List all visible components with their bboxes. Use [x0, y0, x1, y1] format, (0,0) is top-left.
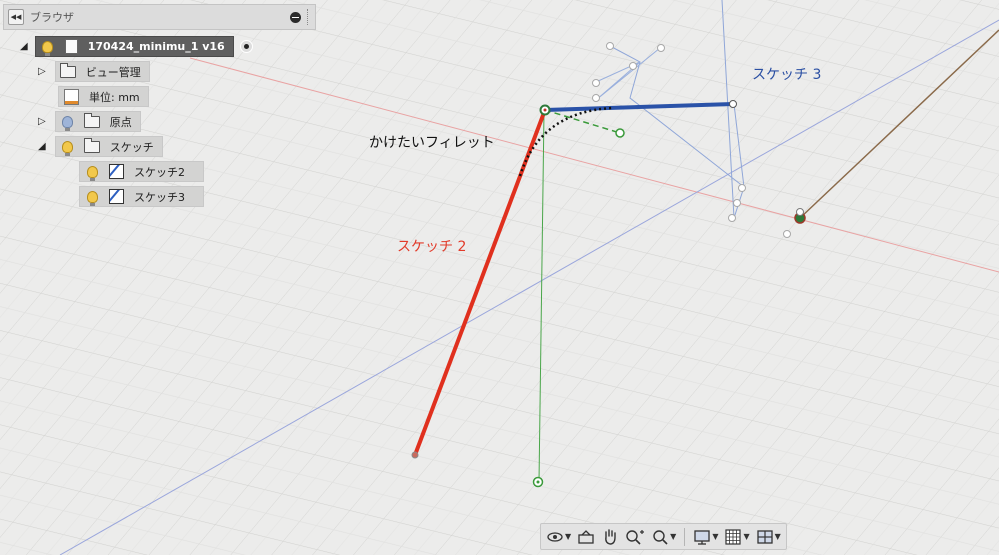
sketch3-annotation: スケッチ 3 — [752, 67, 822, 83]
tree-row-units: 単位: mm — [58, 86, 149, 107]
look-at-icon[interactable] — [575, 527, 597, 547]
sketch-icon — [108, 164, 124, 180]
tree-row-origin: ▷ 原点 — [38, 111, 141, 132]
expand-toggle-icon[interactable]: ◢ — [38, 141, 46, 152]
activate-radio-icon[interactable] — [239, 40, 253, 53]
tree-node-label: 原点 — [109, 115, 132, 129]
tree-row-sketches: ◢ スケッチ — [38, 136, 163, 157]
tree-row-view-management: ▷ ビュー管理 — [38, 61, 150, 82]
panel-options-icon[interactable] — [290, 11, 301, 23]
expand-toggle-icon[interactable]: ▷ — [38, 66, 46, 77]
tree-node-label: スケッチ2 — [134, 165, 185, 179]
3d-viewport[interactable] — [0, 0, 999, 555]
visibility-bulb-icon[interactable] — [40, 39, 56, 56]
folder-icon — [83, 112, 100, 130]
expand-toggle-icon[interactable]: ▷ — [38, 116, 46, 127]
tree-node-label: スケッチ3 — [134, 190, 185, 204]
visibility-bulb-icon[interactable] — [60, 114, 76, 131]
document-settings-icon — [63, 88, 79, 105]
folder-icon — [59, 62, 76, 80]
fit-icon[interactable]: ▼ — [649, 527, 678, 547]
browser-panel: ◀◀ ブラウザ — [3, 4, 316, 30]
display-settings-icon[interactable]: ▼ — [691, 527, 720, 547]
toolbar-separator — [684, 527, 686, 546]
zoom-icon[interactable] — [623, 527, 647, 547]
fillet-annotation: かけたいフィレット — [369, 135, 495, 151]
tree-node-label: 170424_minimu_1 v16 — [87, 40, 225, 53]
origin-ring — [796, 208, 804, 216]
expand-toggle-icon[interactable]: ◢ — [20, 41, 28, 52]
visibility-bulb-icon[interactable] — [84, 189, 100, 206]
sketch-icon — [108, 189, 124, 205]
bottom-green-point-dot — [536, 480, 540, 484]
tree-node-sketch3[interactable]: スケッチ3 — [79, 186, 204, 207]
tree-row-sketch3: スケッチ3 — [79, 186, 204, 207]
tree-node-label: 単位: mm — [89, 90, 140, 104]
tree-node-sketches[interactable]: スケッチ — [54, 136, 163, 157]
orbit-icon[interactable]: ▼ — [544, 527, 573, 547]
tree-node-units[interactable]: 単位: mm — [58, 86, 149, 107]
tree-node-sketch2[interactable]: スケッチ2 — [79, 161, 204, 182]
sketch2-annotation: スケッチ 2 — [397, 239, 467, 255]
sketch2-endpoint[interactable] — [411, 451, 419, 459]
browser-header: ◀◀ ブラウザ — [3, 4, 316, 30]
panel-grip-icon[interactable] — [307, 9, 311, 25]
navigation-toolbar: ▼ ▼ ▼ ▼ ▼ — [540, 523, 787, 550]
tree-row-sketch2: スケッチ2 — [79, 161, 204, 182]
visibility-bulb-icon[interactable] — [60, 139, 76, 156]
pan-hand-icon[interactable] — [599, 527, 621, 547]
sketch3-endpoint[interactable] — [729, 100, 737, 108]
component-icon — [64, 39, 80, 55]
green-point — [615, 128, 625, 138]
grid-lines — [0, 0, 999, 555]
tree-node-label: スケッチ — [109, 140, 154, 154]
grid-settings-icon[interactable]: ▼ — [722, 527, 751, 547]
tree-node-label: ビュー管理 — [85, 65, 141, 79]
visibility-bulb-icon[interactable] — [84, 164, 100, 181]
corner-point-dot — [543, 108, 547, 112]
collapse-panel-button[interactable]: ◀◀ — [8, 9, 24, 25]
tree-row-root: ◢ 170424_minimu_1 v16 — [20, 36, 253, 57]
browser-title: ブラウザ — [30, 11, 74, 24]
tree-node-origin[interactable]: 原点 — [54, 111, 141, 132]
viewports-icon[interactable]: ▼ — [754, 527, 783, 547]
folder-icon — [83, 137, 100, 155]
tree-node-view-management[interactable]: ビュー管理 — [54, 61, 150, 82]
tree-node-component[interactable]: 170424_minimu_1 v16 — [34, 36, 234, 57]
